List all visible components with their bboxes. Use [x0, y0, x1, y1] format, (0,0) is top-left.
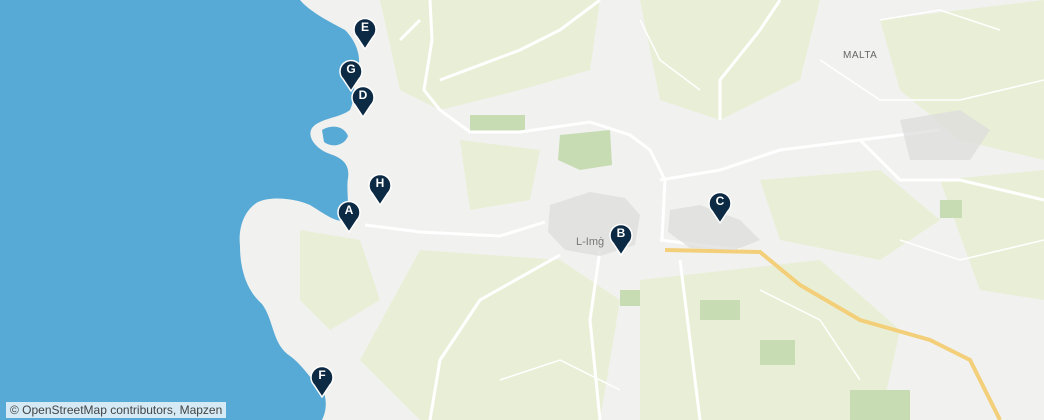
- marker-label: C: [715, 194, 725, 208]
- marker-label: A: [344, 203, 354, 217]
- marker-e[interactable]: E: [352, 16, 378, 50]
- country-label: MALTA: [843, 50, 878, 61]
- marker-label: H: [375, 176, 385, 190]
- marker-label: F: [318, 368, 326, 382]
- marker-label: D: [358, 88, 368, 102]
- marker-c[interactable]: C: [707, 190, 733, 224]
- map-attribution[interactable]: © OpenStreetMap contributors, Mapzen: [6, 402, 227, 418]
- marker-a[interactable]: A: [336, 199, 362, 233]
- marker-label: E: [360, 20, 369, 34]
- marker-d[interactable]: D: [350, 84, 376, 118]
- map-base-layer: [0, 0, 1044, 420]
- map[interactable]: MALTA L-Imġ E G D H A B C F © OpenStreet…: [0, 0, 1044, 420]
- marker-label: B: [616, 226, 626, 240]
- marker-b[interactable]: B: [608, 222, 634, 256]
- town-label: L-Imġ: [576, 236, 605, 248]
- marker-h[interactable]: H: [367, 172, 393, 206]
- marker-f[interactable]: F: [309, 364, 335, 398]
- marker-label: G: [346, 62, 356, 76]
